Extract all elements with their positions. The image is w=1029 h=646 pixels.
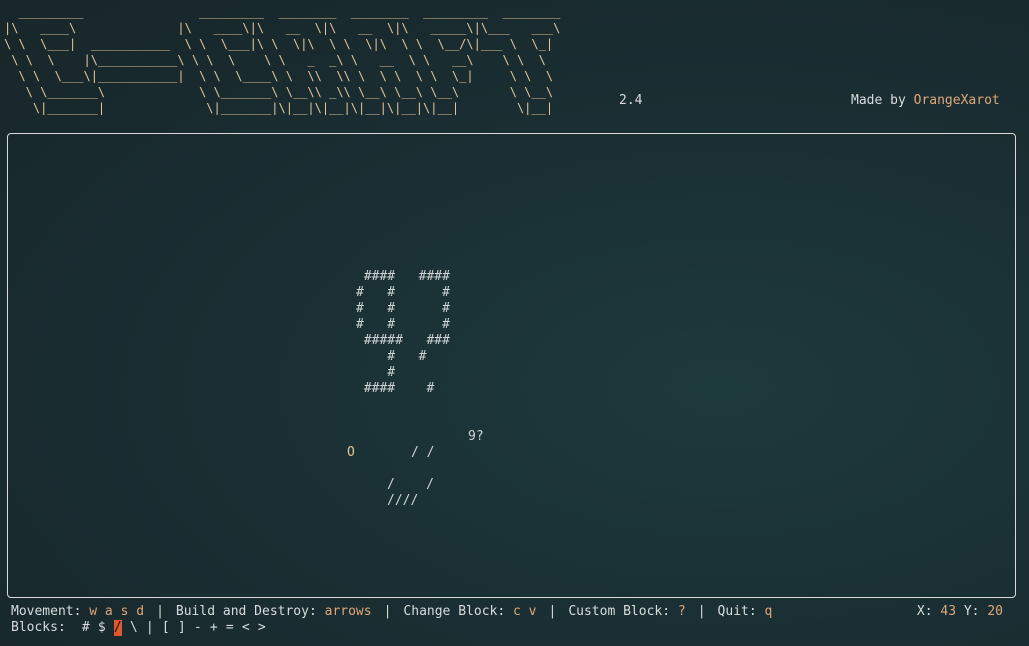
block-option[interactable]: ]	[178, 620, 186, 636]
separator: |	[548, 604, 557, 619]
quit-label: Quit:	[717, 604, 757, 619]
block-label-9: 9?	[468, 429, 484, 444]
placed-blocks-slashes-bottom: ////	[387, 493, 419, 508]
block-option[interactable]: /	[113, 620, 122, 636]
block-option[interactable]: $	[98, 620, 106, 636]
credit-prefix: Made by	[851, 93, 914, 108]
game-canvas[interactable]: #### #### # # # # # # # # # ##### ### # …	[7, 133, 1016, 598]
change-block-keys: c v	[513, 604, 537, 619]
y-label: Y:	[963, 604, 980, 619]
custom-block-label: Custom Block:	[568, 604, 671, 619]
controls-bar: Movement: w a s d | Build and Destroy: arr…	[11, 604, 1011, 620]
placed-blocks-slashes-top: / /	[411, 445, 435, 460]
block-option[interactable]: >	[258, 620, 266, 636]
game-logo-ascii: _________ _________ ________ ________ __…	[4, 5, 561, 115]
version-label: 2.4	[619, 93, 643, 108]
placed-blocks-sprite: #### #### # # # # # # # # # ##### ### # …	[356, 269, 450, 396]
movement-keys: w a s d	[89, 604, 145, 619]
block-option[interactable]: \	[130, 620, 138, 636]
placed-blocks-slashes-mid: / /	[387, 477, 434, 492]
x-value: 43	[940, 604, 957, 619]
block-option[interactable]: |	[146, 620, 154, 636]
player-character: O	[347, 445, 355, 460]
movement-label: Movement:	[11, 604, 82, 619]
separator: |	[383, 604, 392, 619]
separator: |	[156, 604, 164, 619]
block-option[interactable]: #	[82, 620, 90, 636]
change-block-label: Change Block:	[403, 604, 506, 619]
block-option[interactable]: =	[226, 620, 234, 636]
block-option[interactable]: +	[210, 620, 218, 636]
block-option[interactable]: <	[242, 620, 250, 636]
block-list: # $ / \ | [] - + = < >	[82, 620, 274, 636]
x-label: X:	[916, 604, 933, 619]
blocks-palette: Blocks: # $ / \ | [] - + = < >	[11, 620, 274, 636]
separator: |	[697, 604, 706, 619]
author-name: OrangeXarot	[913, 93, 1000, 108]
custom-block-keys: ?	[677, 604, 686, 619]
blocks-label: Blocks:	[11, 620, 66, 635]
quit-keys: q	[764, 604, 773, 619]
block-option[interactable]: [	[162, 620, 170, 636]
build-keys: arrows	[324, 604, 372, 619]
credit-text: Made by OrangeXarot	[851, 93, 1000, 108]
block-option[interactable]: -	[194, 620, 202, 636]
y-value: 20	[987, 604, 1003, 619]
coordinates-readout: X: 43 Y: 20	[917, 604, 1003, 620]
build-label: Build and Destroy:	[175, 604, 317, 619]
